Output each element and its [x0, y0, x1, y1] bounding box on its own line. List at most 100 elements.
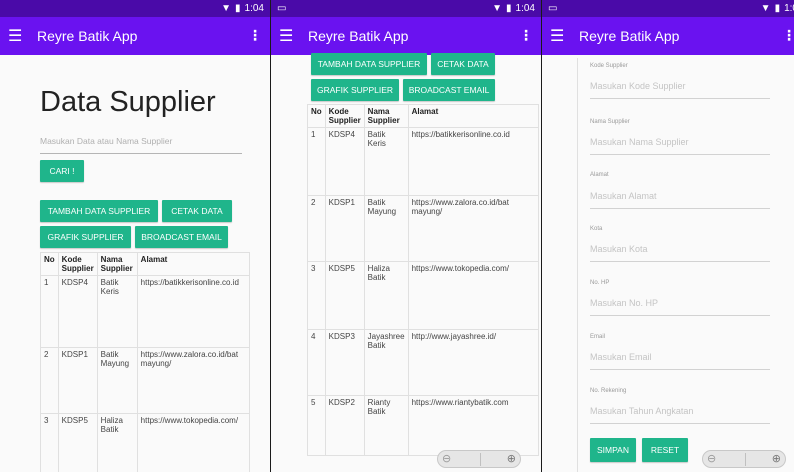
zoom-out-icon[interactable]: ⊖: [707, 452, 716, 465]
cell-no: 5: [307, 395, 326, 456]
menu-icon[interactable]: ☰: [279, 26, 293, 46]
label-no-rekening: No. Rekening: [590, 388, 627, 394]
simpan-button[interactable]: SIMPAN: [590, 438, 636, 462]
col-header-alamat: Alamat: [407, 104, 540, 128]
cell-kode: KDSP1: [324, 195, 365, 262]
battery-icon: ▮: [774, 3, 781, 14]
menu-icon[interactable]: ☰: [8, 26, 22, 46]
cell-no: 3: [307, 261, 326, 330]
app-bar: ☰ Reyre Batik App ⋮: [0, 17, 270, 55]
table-row[interactable]: 1 KDSP4 Batik Keris https://batikkerison…: [40, 275, 251, 348]
cell-nama: Rianty Batik: [363, 395, 409, 456]
cell-no: 4: [307, 329, 326, 396]
grafik-supplier-button[interactable]: GRAFIK SUPPLIER: [311, 79, 399, 101]
battery-icon: ▮: [506, 3, 512, 14]
cell-nama: Batik Keris: [363, 127, 409, 196]
zoom-separator: [480, 453, 481, 466]
table-row[interactable]: 1 KDSP4 Batik Keris https://batikkerison…: [307, 127, 540, 196]
cetak-data-button[interactable]: CETAK DATA: [431, 53, 495, 75]
col-header-nama: Nama Supplier: [96, 252, 138, 276]
status-bar: ▭ ▼ ▮ 1:04: [271, 0, 541, 17]
zoom-out-icon[interactable]: ⊖: [442, 452, 451, 465]
table-row[interactable]: 4 KDSP3 Jayashree Batik http://www.jayas…: [307, 329, 540, 396]
cell-alamat: http://www.jayashree.id/: [407, 329, 540, 396]
wifi-icon: ▼: [492, 3, 503, 14]
tambah-data-supplier-button[interactable]: TAMBAH DATA SUPPLIER: [40, 200, 158, 222]
label-alamat: Alamat: [590, 172, 609, 178]
overflow-menu-icon[interactable]: ⋮: [248, 27, 262, 44]
table-row[interactable]: 5 KDSP2 Rianty Batik https://www.riantyb…: [307, 395, 540, 456]
app-bar: ☰ Reyre Batik App ⋮: [542, 17, 794, 55]
col-header-nama: Nama Supplier: [363, 104, 409, 128]
tambah-data-supplier-button[interactable]: TAMBAH DATA SUPPLIER: [311, 53, 427, 75]
cell-alamat: https://www.tokopedia.com/: [407, 261, 540, 330]
table-header-row: No Kode Supplier Nama Supplier Alamat: [40, 252, 251, 276]
status-time: 1:04: [515, 3, 535, 14]
grafik-supplier-button[interactable]: GRAFIK SUPPLIER: [40, 226, 131, 248]
cell-alamat: https://www.riantybatik.com: [407, 395, 540, 456]
page-title: Data Supplier: [40, 86, 216, 118]
table-row[interactable]: 2 KDSP1 Batik Mayung https://www.zalora.…: [40, 347, 251, 414]
label-email: Email: [590, 334, 606, 340]
app-bar: ☰ Reyre Batik App ⋮: [271, 17, 541, 55]
cell-alamat: https://batikkerisonline.co.id: [407, 127, 540, 196]
table-row[interactable]: 3 KDSP5 Haliza Batik https://www.tokoped…: [40, 413, 251, 472]
no-rekening-input[interactable]: Masukan Tahun Angkatan: [590, 406, 770, 424]
app-title: Reyre Batik App: [579, 28, 680, 44]
broadcast-email-button[interactable]: BROADCAST EMAIL: [135, 226, 228, 248]
nama-supplier-input[interactable]: Masukan Nama Supplier: [590, 137, 770, 155]
wifi-icon: ▼: [221, 3, 232, 14]
overflow-menu-icon[interactable]: ⋮: [782, 27, 794, 44]
email-input[interactable]: Masukan Email: [590, 352, 770, 370]
table-row[interactable]: 2 KDSP1 Batik Mayung https://www.zalora.…: [307, 195, 540, 262]
zoom-separator: [745, 453, 746, 466]
col-header-no: No: [40, 252, 59, 276]
reset-button[interactable]: RESET: [642, 438, 688, 462]
kode-supplier-input[interactable]: Masukan Kode Supplier: [590, 81, 770, 99]
cell-alamat: https://www.tokopedia.com/: [136, 413, 251, 472]
menu-icon[interactable]: ☰: [550, 26, 564, 46]
cell-alamat: https://www.zalora.co.id/bat mayung/: [136, 347, 251, 414]
cell-no: 1: [307, 127, 326, 196]
cell-kode: KDSP2: [324, 395, 365, 456]
search-input[interactable]: Masukan Data atau Nama Supplier: [40, 136, 242, 154]
cari-button[interactable]: CARI !: [40, 160, 84, 182]
cell-nama: Batik Mayung: [363, 195, 409, 262]
app-title: Reyre Batik App: [37, 28, 138, 44]
col-header-kode: Kode Supplier: [57, 252, 98, 276]
status-bar: ▼ ▮ 1:04: [0, 0, 270, 17]
kota-input[interactable]: Masukan Kota: [590, 244, 770, 262]
screen-tambah-supplier: ▭ ▼▮1:0 ☰ Reyre Batik App ⋮ Kode Supplie…: [542, 0, 794, 472]
cetak-data-button[interactable]: CETAK DATA: [162, 200, 232, 222]
zoom-in-icon[interactable]: ⊕: [772, 452, 781, 465]
cell-no: 2: [40, 347, 59, 414]
cell-no: 1: [40, 275, 59, 348]
status-time: 1:04: [244, 3, 264, 14]
cell-nama: Haliza Batik: [363, 261, 409, 330]
cell-kode: KDSP4: [324, 127, 365, 196]
cell-alamat: https://batikkerisonline.co.id: [136, 275, 251, 348]
notification-icon: ▭: [548, 3, 558, 14]
table-row[interactable]: 3 KDSP5 Haliza Batik https://www.tokoped…: [307, 261, 540, 330]
cell-kode: KDSP4: [57, 275, 98, 348]
label-no-hp: No. HP: [590, 280, 610, 286]
cell-kode: KDSP3: [324, 329, 365, 396]
zoom-in-icon[interactable]: ⊕: [507, 452, 516, 465]
notification-icon: ▭: [277, 3, 287, 14]
col-header-no: No: [307, 104, 326, 128]
battery-icon: ▮: [235, 3, 241, 14]
status-bar: ▭ ▼▮1:0: [542, 0, 794, 17]
cell-kode: KDSP1: [57, 347, 98, 414]
col-header-alamat: Alamat: [136, 252, 251, 276]
cell-no: 2: [307, 195, 326, 262]
alamat-input[interactable]: Masukan Alamat: [590, 191, 770, 209]
cell-no: 3: [40, 413, 59, 472]
overflow-menu-icon[interactable]: ⋮: [519, 27, 533, 44]
cell-nama: Batik Keris: [96, 275, 138, 348]
no-hp-input[interactable]: Masukan No. HP: [590, 298, 770, 316]
broadcast-email-button[interactable]: BROADCAST EMAIL: [403, 79, 495, 101]
cell-kode: KDSP5: [57, 413, 98, 472]
col-header-kode: Kode Supplier: [324, 104, 365, 128]
label-kode-supplier: Kode Supplier: [590, 63, 628, 69]
cell-nama: Jayashree Batik: [363, 329, 409, 396]
